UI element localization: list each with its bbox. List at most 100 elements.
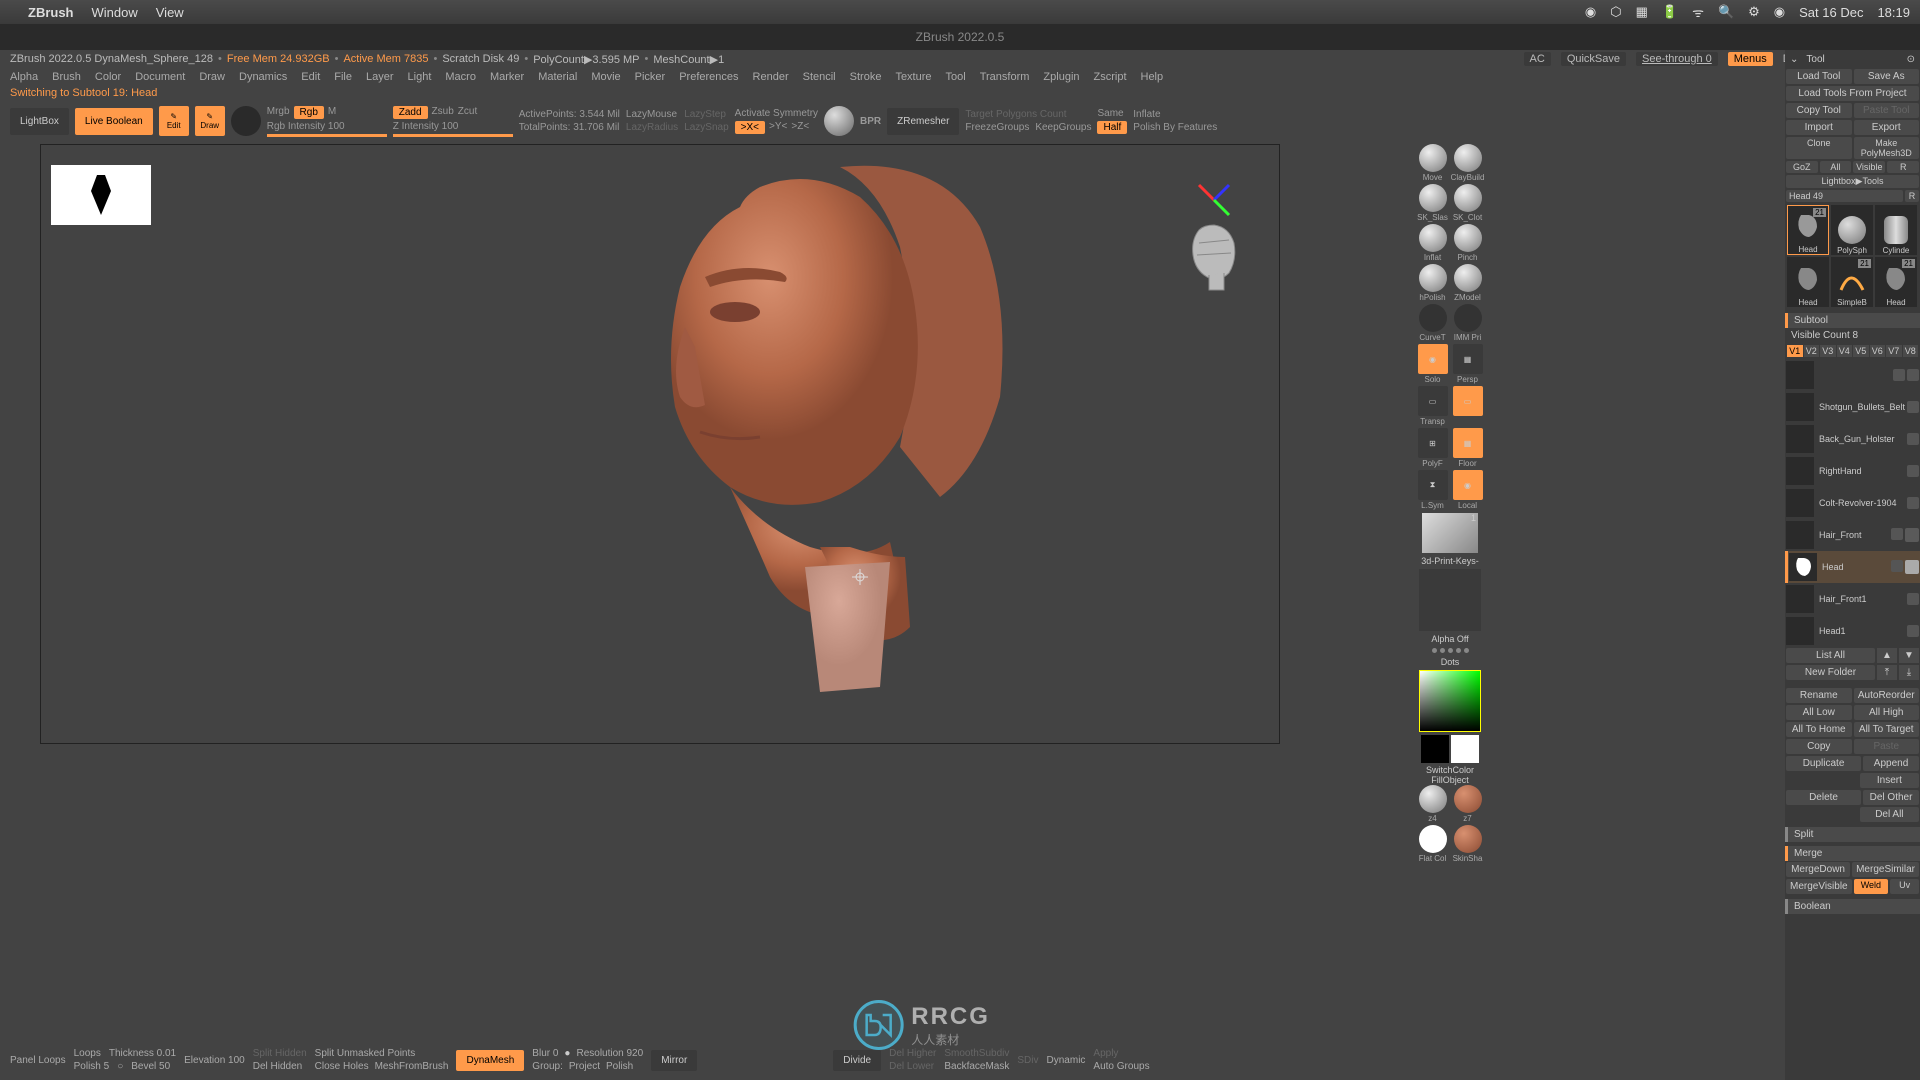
mergedown-button[interactable]: MergeDown — [1786, 862, 1850, 877]
same-button[interactable]: Same — [1097, 108, 1127, 119]
zsub-button[interactable]: Zsub — [432, 106, 454, 119]
allhigh-button[interactable]: All High — [1854, 705, 1920, 720]
vis-v7[interactable]: V7 — [1886, 345, 1902, 357]
sym-x[interactable]: >X< — [735, 121, 765, 134]
menu-picker[interactable]: Picker — [635, 71, 666, 83]
brush-skslash[interactable]: SK_Slas — [1417, 184, 1449, 222]
rgb-intensity[interactable]: Rgb Intensity 100 — [267, 121, 387, 132]
stroke-dots[interactable] — [1415, 648, 1485, 653]
menu-document[interactable]: Document — [135, 71, 185, 83]
time[interactable]: 18:19 — [1877, 5, 1910, 20]
seethrough-slider[interactable]: See-through 0 — [1636, 52, 1718, 66]
macos-menu-window[interactable]: Window — [92, 5, 138, 20]
swatch-white[interactable] — [1451, 735, 1479, 763]
elevation-label[interactable]: Elevation 100 — [184, 1055, 245, 1066]
sdiv-label[interactable]: SDiv — [1017, 1055, 1038, 1066]
moveup-button[interactable]: ▲ — [1877, 648, 1897, 663]
polish-label[interactable]: Polish 5 — [74, 1061, 110, 1072]
rgb-intensity-slider[interactable] — [267, 134, 387, 137]
calendar-icon[interactable]: ▦ — [1636, 4, 1648, 20]
movedown-button[interactable]: ▼ — [1899, 648, 1919, 663]
liveboolean-button[interactable]: Live Boolean — [75, 108, 153, 135]
date[interactable]: Sat 16 Dec — [1799, 5, 1863, 20]
tool-thumb[interactable]: Head — [1787, 257, 1829, 307]
m-button[interactable]: M — [328, 106, 336, 119]
copy-button[interactable]: Copy — [1786, 739, 1852, 754]
sym-z[interactable]: >Z< — [791, 121, 809, 134]
polish-by-features[interactable]: Polish By Features — [1133, 122, 1217, 133]
delother-button[interactable]: Del Other — [1863, 790, 1919, 805]
loops-label[interactable]: Loops — [74, 1048, 101, 1059]
brush-pinch[interactable]: Pinch — [1452, 224, 1484, 262]
rgb-button[interactable]: Rgb — [294, 106, 324, 119]
status-icon[interactable]: ◉ — [1585, 4, 1596, 20]
split-header[interactable]: Split — [1785, 827, 1920, 842]
autogroups-button[interactable]: Auto Groups — [1093, 1061, 1149, 1072]
mat-z7[interactable]: z7 — [1452, 785, 1484, 823]
uv-button[interactable]: Uv — [1890, 879, 1919, 894]
brush-immpri[interactable]: IMM Pri — [1452, 304, 1484, 342]
subtool-item[interactable] — [1785, 359, 1920, 391]
inflate[interactable]: Inflate — [1133, 109, 1217, 120]
menu-brush[interactable]: Brush — [52, 71, 81, 83]
makepolymesh-button[interactable]: Make PolyMesh3D — [1854, 137, 1920, 159]
tool-thumb[interactable]: 21Head — [1875, 257, 1917, 307]
pastetool-button[interactable]: Paste Tool — [1854, 103, 1920, 118]
movedown-all[interactable]: ⤓ — [1899, 665, 1919, 680]
lazysnap[interactable]: LazySnap — [684, 122, 728, 133]
delete-button[interactable]: Delete — [1786, 790, 1861, 805]
menu-transform[interactable]: Transform — [980, 71, 1030, 83]
material-picker[interactable] — [824, 106, 854, 136]
project-button[interactable]: Project — [569, 1061, 600, 1072]
menu-tool[interactable]: Tool — [946, 71, 966, 83]
boolean-header[interactable]: Boolean — [1785, 899, 1920, 914]
brush-inflat[interactable]: Inflat — [1417, 224, 1449, 262]
orientation-head[interactable] — [1179, 215, 1249, 295]
closeholes-button[interactable]: Close Holes — [315, 1061, 369, 1072]
menus-button[interactable]: Menus — [1728, 52, 1773, 66]
mirror-button[interactable]: Mirror — [651, 1050, 697, 1071]
vis-v8[interactable]: V8 — [1903, 345, 1919, 357]
floor-button[interactable]: ▦Floor — [1452, 428, 1484, 468]
autoreorder-button[interactable]: AutoReorder — [1854, 688, 1920, 703]
lazymouse-button[interactable]: LazyMouse — [626, 109, 678, 120]
vis-v2[interactable]: V2 — [1804, 345, 1820, 357]
brush-move[interactable]: Move — [1417, 144, 1449, 182]
backfacemask-button[interactable]: BackfaceMask — [944, 1061, 1009, 1072]
menu-layer[interactable]: Layer — [366, 71, 394, 83]
lightboxtools-button[interactable]: Lightbox▶Tools — [1786, 175, 1919, 188]
control-center-icon[interactable]: ⚙ — [1748, 4, 1760, 20]
battery-icon[interactable]: 🔋 — [1662, 4, 1678, 20]
loadtoolsproject-button[interactable]: Load Tools From Project — [1786, 86, 1919, 101]
menu-render[interactable]: Render — [753, 71, 789, 83]
blur-label[interactable]: Blur 0 — [532, 1048, 558, 1059]
weld-button[interactable]: Weld — [1854, 879, 1889, 894]
lazyradius[interactable]: LazyRadius — [626, 122, 678, 133]
moveup-all[interactable]: ⤒ — [1877, 665, 1897, 680]
delhidden-button[interactable]: Del Hidden — [253, 1061, 307, 1072]
switchcolor-button[interactable]: SwitchColor — [1415, 765, 1485, 775]
menu-draw[interactable]: Draw — [199, 71, 225, 83]
zadd-button[interactable]: Zadd — [393, 106, 428, 119]
menu-stencil[interactable]: Stencil — [803, 71, 836, 83]
wifi-icon[interactable]: ᯤ — [1692, 3, 1704, 21]
activate-symmetry[interactable]: Activate Symmetry — [735, 108, 818, 119]
menu-file[interactable]: File — [334, 71, 352, 83]
polish-button[interactable]: Polish — [606, 1061, 633, 1072]
mergevisible-button[interactable]: MergeVisible — [1786, 879, 1852, 894]
z-intensity-slider[interactable] — [393, 134, 513, 137]
local-button[interactable]: ◉Local — [1452, 470, 1484, 510]
menu-color[interactable]: Color — [95, 71, 121, 83]
divide-button[interactable]: Divide — [833, 1050, 881, 1071]
edit-button[interactable]: ✎Edit — [159, 106, 189, 136]
newfolder-button[interactable]: New Folder — [1786, 665, 1875, 680]
mat-z4[interactable]: z4 — [1417, 785, 1449, 823]
tool-thumb[interactable]: Cylinde — [1875, 205, 1917, 255]
alllow-button[interactable]: All Low — [1786, 705, 1852, 720]
dynamesh-button[interactable]: DynaMesh — [456, 1050, 524, 1071]
canvas-viewport[interactable] — [40, 144, 1280, 744]
menu-edit[interactable]: Edit — [301, 71, 320, 83]
menu-zplugin[interactable]: Zplugin — [1043, 71, 1079, 83]
zcut-button[interactable]: Zcut — [458, 106, 477, 119]
subtool-item[interactable]: Hair_Front — [1785, 519, 1920, 551]
